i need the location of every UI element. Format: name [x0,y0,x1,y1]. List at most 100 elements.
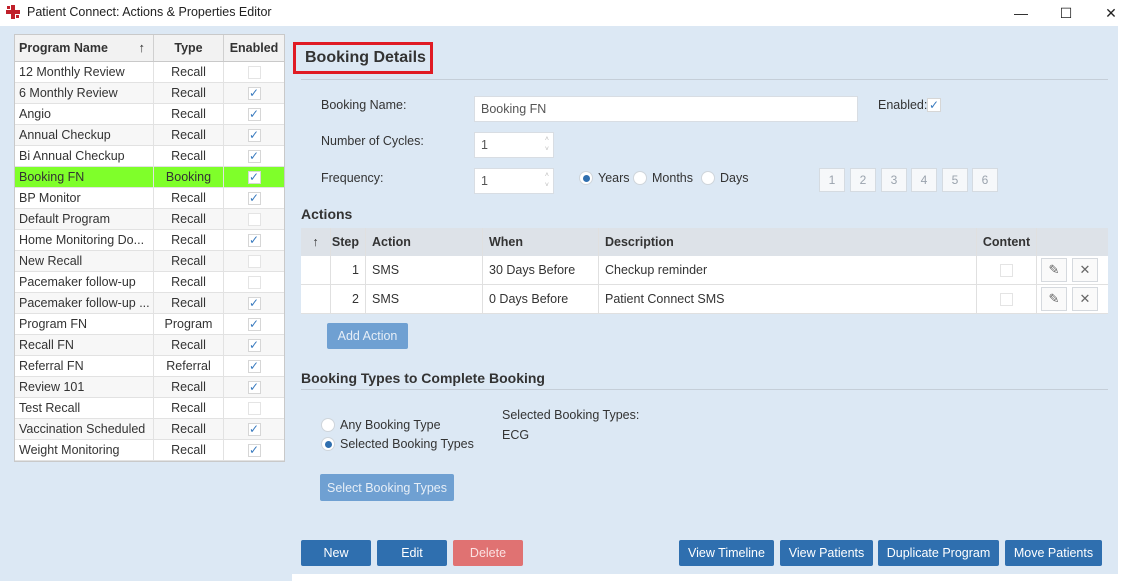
edit-action-button[interactable]: ✎ [1041,258,1067,282]
enabled-checkbox[interactable]: ✓ [247,149,261,163]
list-item[interactable]: Program FN Program ✓ [15,314,284,335]
spin-arrows-icon[interactable]: ˄ ˅ [545,171,549,191]
list-item[interactable]: Referral FN Referral ✓ [15,356,284,377]
enabled-checkbox[interactable]: ✓ [247,86,261,100]
spin-arrows-icon[interactable]: ˄ ˅ [545,135,549,155]
step-cell: 2 [331,285,366,313]
list-item[interactable]: New Recall Recall [15,251,284,272]
list-item[interactable]: Review 101 Recall ✓ [15,377,284,398]
program-type-cell: Recall [154,251,224,271]
list-item[interactable]: Weight Monitoring Recall ✓ [15,440,284,461]
new-button[interactable]: New [301,540,371,566]
list-item[interactable]: Annual Checkup Recall ✓ [15,125,284,146]
enabled-checkbox[interactable]: ✓ [247,317,261,331]
list-item[interactable]: Pacemaker follow-up Recall [15,272,284,293]
program-type: Recall [171,212,206,226]
edit-button[interactable]: Edit [377,540,447,566]
enabled-checkbox[interactable]: ✓ [927,98,941,112]
enabled-checkbox[interactable] [247,254,261,268]
program-type: Recall [171,296,206,310]
list-item[interactable]: Bi Annual Checkup Recall ✓ [15,146,284,167]
number-button-3[interactable]: 3 [881,168,907,192]
check-icon: ✓ [248,422,260,436]
enabled-checkbox[interactable]: ✓ [247,443,261,457]
enabled-checkbox[interactable]: ✓ [247,107,261,121]
program-name-cell: Weight Monitoring [15,440,154,460]
enabled-checkbox[interactable]: ✓ [247,380,261,394]
table-row[interactable]: 1 SMS 30 Days Before Checkup reminder ✎ ✕ [301,256,1108,285]
frequency-stepper[interactable]: 1 ˄ ˅ [474,168,554,194]
column-header-content[interactable]: Content [977,228,1037,256]
column-header-program-name[interactable]: Program Name ↑ [15,35,154,61]
number-button-6[interactable]: 6 [972,168,998,192]
list-item[interactable]: 6 Monthly Review Recall ✓ [15,83,284,104]
select-booking-types-button[interactable]: Select Booking Types [320,474,454,501]
check-icon: ✓ [248,296,260,310]
list-item[interactable]: Recall FN Recall ✓ [15,335,284,356]
enabled-checkbox[interactable]: ✓ [247,128,261,142]
column-header-enabled[interactable]: Enabled [224,35,284,61]
content-checkbox[interactable] [1000,292,1013,306]
enabled-checkbox[interactable] [247,212,261,226]
column-header-action[interactable]: Action [366,228,483,256]
app-logo-icon [6,5,20,19]
enabled-cell [224,209,284,229]
list-item[interactable]: Angio Recall ✓ [15,104,284,125]
list-item[interactable]: 12 Monthly Review Recall [15,62,284,83]
number-button-4[interactable]: 4 [911,168,937,192]
number-button-1[interactable]: 1 [819,168,845,192]
delete-action-button[interactable]: ✕ [1072,258,1098,282]
enabled-checkbox[interactable] [247,275,261,289]
enabled-checkbox[interactable]: ✓ [247,296,261,310]
enabled-cell: ✓ [224,314,284,334]
list-item[interactable]: Pacemaker follow-up ... Recall ✓ [15,293,284,314]
enabled-checkbox[interactable]: ✓ [247,338,261,352]
number-button-2[interactable]: 2 [850,168,876,192]
enabled-checkbox[interactable] [247,401,261,415]
column-header-description[interactable]: Description [599,228,977,256]
minimize-button[interactable]: — [998,0,1044,26]
enabled-checkbox[interactable]: ✓ [247,422,261,436]
frequency-days-radio[interactable]: Days [701,171,748,185]
column-header-step[interactable]: Step [331,228,366,256]
list-item[interactable]: BP Monitor Recall ✓ [15,188,284,209]
number-button-5[interactable]: 5 [942,168,968,192]
enabled-checkbox[interactable] [247,65,261,79]
delete-action-button[interactable]: ✕ [1072,287,1098,311]
program-name-cell: Default Program [15,209,154,229]
frequency-months-radio[interactable]: Months [633,171,693,185]
list-item[interactable]: Home Monitoring Do... Recall ✓ [15,230,284,251]
content-checkbox[interactable] [1000,263,1013,277]
booking-name-input[interactable]: Booking FN [474,96,858,122]
cycles-stepper[interactable]: 1 ˄ ˅ [474,132,554,158]
view-patients-button[interactable]: View Patients [780,540,873,566]
any-booking-type-radio[interactable]: Any Booking Type [321,418,441,432]
enabled-checkbox[interactable]: ✓ [247,191,261,205]
enabled-checkbox[interactable]: ✓ [247,359,261,373]
radio-dot [321,437,335,451]
add-action-button[interactable]: Add Action [327,323,408,349]
view-timeline-button[interactable]: View Timeline [679,540,774,566]
booking-name-label: Booking Name: [321,98,407,112]
enabled-checkbox[interactable]: ✓ [247,170,261,184]
close-window-button[interactable]: ✕ [1088,0,1134,26]
list-item[interactable]: Default Program Recall [15,209,284,230]
column-header-type[interactable]: Type [154,35,224,61]
actions-table-rows: 1 SMS 30 Days Before Checkup reminder ✎ ✕ 2 SMS… [301,256,1108,314]
maximize-button[interactable]: ☐ [1043,0,1089,26]
sort-ascending-icon[interactable]: ↑ [301,228,331,256]
program-name: 6 Monthly Review [19,86,118,100]
check-icon: ✓ [248,128,260,142]
list-item[interactable]: Booking FN Booking ✓ [15,167,284,188]
move-patients-button[interactable]: Move Patients [1005,540,1102,566]
column-header-when[interactable]: When [483,228,599,256]
delete-button[interactable]: Delete [453,540,523,566]
edit-action-button[interactable]: ✎ [1041,287,1067,311]
frequency-years-radio[interactable]: Years [579,171,630,185]
table-row[interactable]: 2 SMS 0 Days Before Patient Connect SMS ✎ ✕ [301,285,1108,314]
list-item[interactable]: Test Recall Recall [15,398,284,419]
selected-booking-types-radio[interactable]: Selected Booking Types [321,437,474,451]
enabled-checkbox[interactable]: ✓ [247,233,261,247]
duplicate-program-button[interactable]: Duplicate Program [878,540,999,566]
list-item[interactable]: Vaccination Scheduled Recall ✓ [15,419,284,440]
